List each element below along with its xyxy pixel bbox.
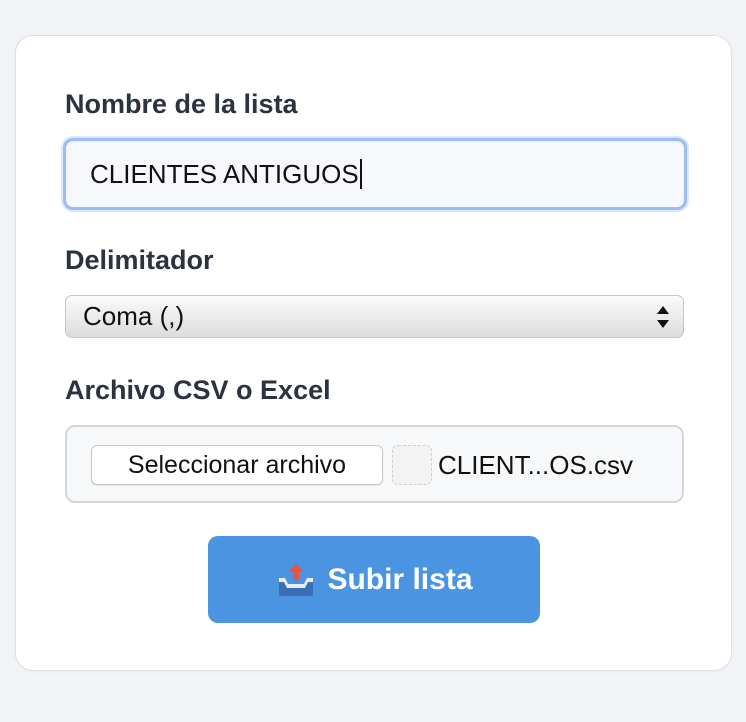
- outbox-tray-icon: [279, 563, 314, 596]
- delimiter-label: Delimitador: [65, 245, 214, 275]
- selected-file-name: CLIENT...OS.csv: [438, 450, 634, 480]
- upload-list-button[interactable]: Subir lista: [208, 536, 540, 623]
- file-label: Archivo CSV o Excel: [65, 375, 331, 405]
- delimiter-select[interactable]: Coma (,): [65, 295, 684, 338]
- file-input[interactable]: Seleccionar archivo CLIENT...OS.csv: [65, 425, 684, 503]
- delimiter-selected-value: Coma (,): [83, 301, 185, 331]
- list-name-value: CLIENTES ANTIGUOS: [90, 158, 359, 189]
- upload-list-card: Nombre de la lista CLIENTES ANTIGUOS Del…: [15, 35, 732, 671]
- select-arrows-icon: [657, 306, 669, 328]
- choose-file-button[interactable]: Seleccionar archivo: [91, 445, 383, 485]
- file-thumbnail-icon: [392, 445, 432, 485]
- list-name-input[interactable]: CLIENTES ANTIGUOS: [63, 138, 687, 210]
- upload-list-label: Subir lista: [327, 562, 473, 596]
- list-name-label: Nombre de la lista: [65, 89, 298, 119]
- text-caret: [359, 159, 362, 189]
